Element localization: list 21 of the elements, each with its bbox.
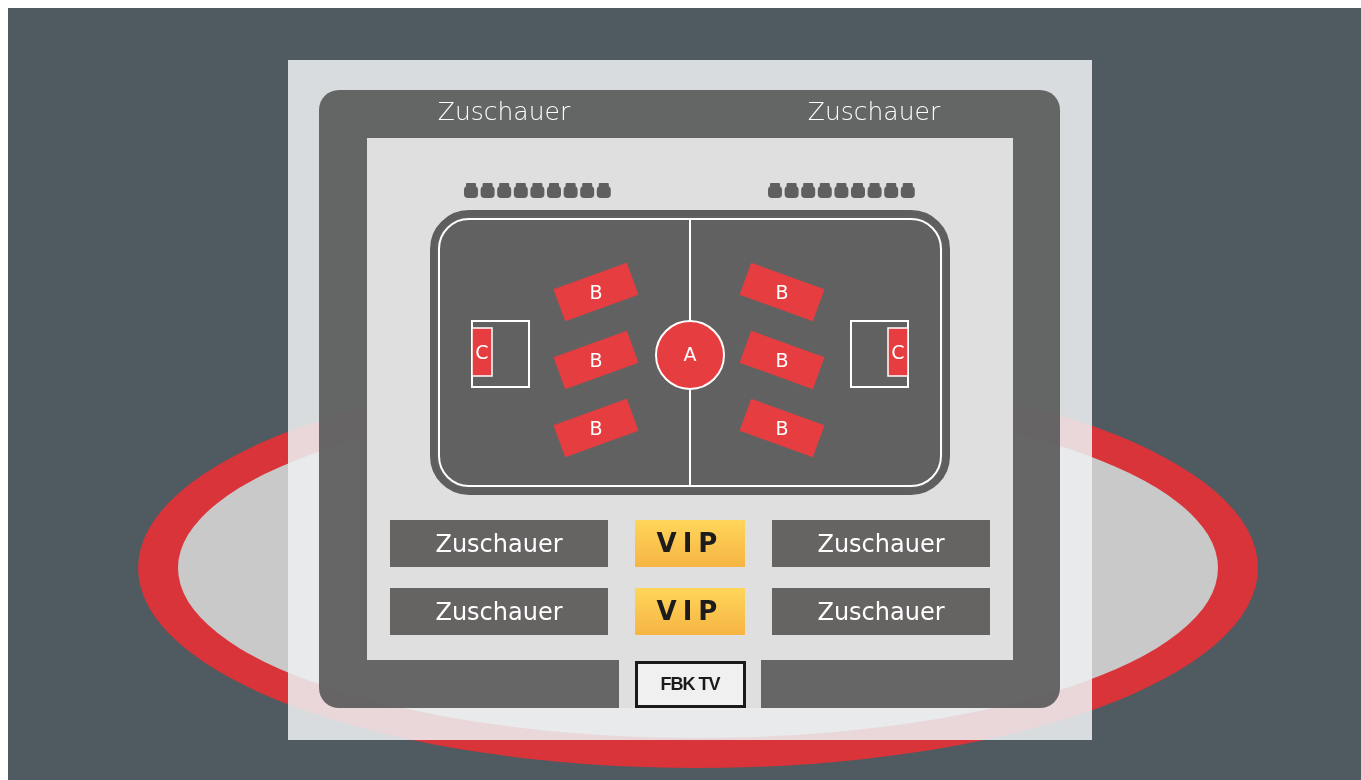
tv-label: FBK TV <box>634 661 746 708</box>
zone-label: A <box>683 343 697 365</box>
zone-label: B <box>775 281 789 303</box>
stand-label: Zuschauer <box>390 588 608 635</box>
goal-marker <box>471 327 493 377</box>
vip-label: VIP <box>635 520 745 567</box>
zone-label: B <box>589 349 603 371</box>
zone-label: B <box>775 417 789 439</box>
goal-label: C <box>475 341 489 363</box>
stand-label: Zuschauer <box>436 96 572 128</box>
zone-label: B <box>589 281 603 303</box>
stand-label: Zuschauer <box>772 588 990 635</box>
stand-label: Zuschauer <box>772 520 990 567</box>
vip-label: VIP <box>635 588 745 635</box>
goal-label: C <box>891 341 905 363</box>
zone-label: B <box>589 417 603 439</box>
center-circle <box>655 320 725 390</box>
stand-label: Zuschauer <box>390 520 608 567</box>
zone-label: B <box>775 349 789 371</box>
stand-label: Zuschauer <box>806 96 942 128</box>
goal-marker <box>887 327 909 377</box>
